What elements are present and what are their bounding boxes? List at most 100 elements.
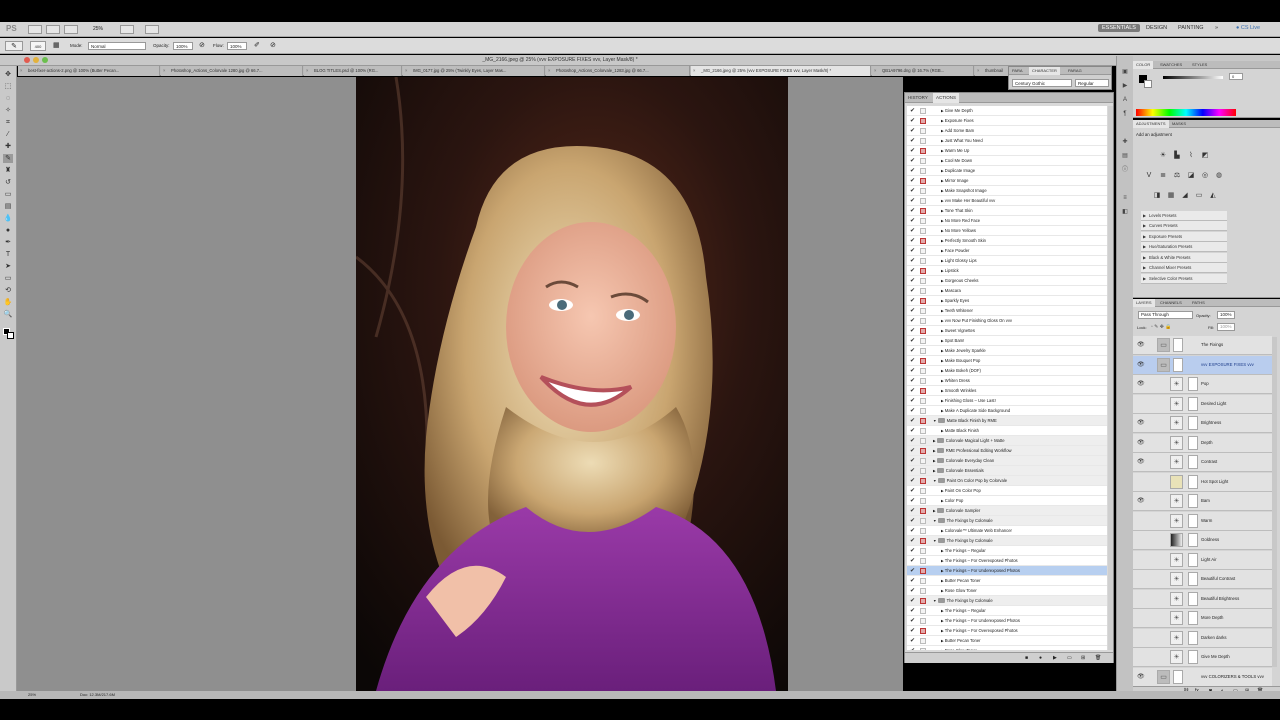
bg-color-chip[interactable]	[1144, 80, 1152, 88]
action-row[interactable]: ✔ ▶ Cool Me Down	[907, 156, 1107, 166]
layers-scrollbar[interactable]	[1272, 337, 1277, 667]
dialog-toggle-icon[interactable]	[920, 118, 926, 124]
toggle-check-icon[interactable]: ✔	[910, 168, 916, 174]
toggle-check-icon[interactable]: ✔	[910, 458, 916, 464]
dialog-toggle-icon[interactable]	[920, 228, 926, 234]
toggle-check-icon[interactable]: ✔	[910, 228, 916, 234]
toggle-check-icon[interactable]: ✔	[910, 648, 916, 650]
dialog-toggle-icon[interactable]	[920, 648, 926, 650]
layer-row[interactable]: ☀ Light Air	[1133, 550, 1272, 570]
toggle-check-icon[interactable]: ✔	[910, 378, 916, 384]
dialog-toggle-icon[interactable]	[920, 178, 926, 184]
toggle-check-icon[interactable]: ✔	[910, 558, 916, 564]
layer-mask-thumbnail[interactable]	[1188, 533, 1198, 547]
layer-row[interactable]: ☀ Beautiful Brightness	[1133, 589, 1272, 609]
action-row[interactable]: ✔ ▶ Give Me Depth	[907, 106, 1107, 116]
trash-icon[interactable]: 🗑	[1095, 655, 1101, 661]
curves-icon[interactable]: ⌇	[1187, 152, 1195, 160]
toggle-check-icon[interactable]: ✔	[910, 118, 916, 124]
bridge-button[interactable]	[28, 25, 42, 34]
layer-mask-thumbnail[interactable]	[1188, 396, 1198, 411]
toggle-check-icon[interactable]: ✔	[910, 468, 916, 474]
brightness-contrast-icon[interactable]: ☀	[1159, 152, 1167, 160]
dialog-toggle-icon[interactable]	[920, 358, 926, 364]
visibility-eye-icon[interactable]	[1137, 575, 1145, 583]
action-row[interactable]: ✔ ▶ The Fixings – For Overexposed Photos	[907, 556, 1107, 566]
dialog-toggle-icon[interactable]	[920, 268, 926, 274]
close-icon[interactable]: ×	[874, 66, 876, 76]
dialog-toggle-icon[interactable]	[920, 328, 926, 334]
action-set-row[interactable]: ✔ ▶ Colorvale Sampler	[907, 506, 1107, 516]
action-set-row[interactable]: ✔ ▼ Paint On Color Pop by Colorvale	[907, 476, 1107, 486]
toggle-check-icon[interactable]: ✔	[910, 518, 916, 524]
action-row[interactable]: ✔ ▶ Face Powder	[907, 246, 1107, 256]
selective-color-icon[interactable]: ◭	[1209, 192, 1217, 200]
toggle-check-icon[interactable]: ✔	[910, 508, 916, 514]
history-brush-tool-icon[interactable]: ↺	[3, 178, 13, 187]
visibility-eye-icon[interactable]	[1137, 634, 1145, 642]
layer-mask-thumbnail[interactable]	[1188, 494, 1198, 508]
color-value-input[interactable]: 0	[1229, 73, 1243, 80]
vibrance-icon[interactable]: V	[1145, 172, 1153, 180]
layer-mask-thumbnail[interactable]	[1188, 630, 1198, 645]
dialog-toggle-icon[interactable]	[920, 608, 926, 614]
dialog-toggle-icon[interactable]	[920, 598, 926, 604]
arrange-documents-button[interactable]	[145, 25, 159, 34]
brush-tool-icon[interactable]: ✎	[3, 154, 13, 163]
action-row[interactable]: ✔ ▶ vvv Now Put Finishing Gloss On vvv	[907, 316, 1107, 326]
toggle-check-icon[interactable]: ✔	[910, 428, 916, 434]
preset-curves[interactable]: Curves Presets	[1141, 221, 1227, 231]
toggle-check-icon[interactable]: ✔	[910, 418, 916, 424]
expand-down-icon[interactable]: ▼	[933, 539, 938, 543]
visibility-eye-icon[interactable]: 👁	[1137, 439, 1145, 447]
character-panel-icon[interactable]: A	[1120, 96, 1130, 105]
toggle-check-icon[interactable]: ✔	[910, 358, 916, 364]
dialog-toggle-icon[interactable]	[920, 298, 926, 304]
threshold-icon[interactable]: ◢	[1181, 192, 1189, 200]
dialog-toggle-icon[interactable]	[920, 308, 926, 314]
layer-row[interactable]: ☀ Give Me Depth	[1133, 648, 1272, 667]
dialog-toggle-icon[interactable]	[920, 288, 926, 294]
dialog-toggle-icon[interactable]	[920, 418, 926, 424]
action-row[interactable]: ✔ ▶ Make Jewelry Sparkle	[907, 346, 1107, 356]
pressure-opacity-icon[interactable]: ⊘	[199, 41, 205, 49]
layer-mask-thumbnail[interactable]	[1188, 455, 1198, 469]
dialog-toggle-icon[interactable]	[920, 478, 926, 484]
action-row[interactable]: ✔ ▶ The Fixings – For Underexposed Photos	[907, 616, 1107, 626]
brush-panel-icon[interactable]: ▦	[53, 41, 63, 51]
toggle-check-icon[interactable]: ✔	[910, 448, 916, 454]
dialog-toggle-icon[interactable]	[920, 168, 926, 174]
preset-black-white[interactable]: Black & White Presets	[1141, 253, 1227, 263]
dodge-tool-icon[interactable]: ●	[3, 226, 13, 235]
action-row[interactable]: ✔ ▶ The Fixings – Regular	[907, 546, 1107, 556]
tab-actions[interactable]: ACTIONS	[933, 93, 960, 103]
hand-tool-icon[interactable]: ✋	[3, 298, 13, 307]
workspace-painting[interactable]: PAINTING	[1178, 25, 1204, 31]
layer-mask-thumbnail[interactable]	[1173, 338, 1183, 352]
toggle-check-icon[interactable]: ✔	[910, 328, 916, 334]
hand-tool-button[interactable]	[120, 25, 134, 34]
workspace-essentials[interactable]: ESSENTIALS	[1098, 24, 1140, 32]
zoom-level-dropdown[interactable]: 25%	[93, 26, 103, 32]
action-row[interactable]: ✔ ▶ Perfectly Smooth Skin	[907, 236, 1107, 246]
airbrush-icon[interactable]: ✐	[254, 41, 260, 49]
dialog-toggle-icon[interactable]	[920, 408, 926, 414]
tab-channels[interactable]: CHANNELS	[1157, 299, 1185, 307]
portrait-photo[interactable]	[356, 77, 788, 691]
toggle-check-icon[interactable]: ✔	[910, 548, 916, 554]
status-zoom[interactable]: 25%	[28, 691, 36, 699]
3d-rotate-tool-icon[interactable]: ⟲	[3, 286, 13, 295]
action-row[interactable]: ✔ ▶ Make Bouquet Pop	[907, 356, 1107, 366]
action-row[interactable]: ✔ ▶ Spot Bam!	[907, 336, 1107, 346]
toggle-check-icon[interactable]: ✔	[910, 398, 916, 404]
action-set-row[interactable]: ✔ ▼ The Fixings by Colorvale	[907, 516, 1107, 526]
dialog-toggle-icon[interactable]	[920, 468, 926, 474]
dialog-toggle-icon[interactable]	[920, 518, 926, 524]
action-row[interactable]: ✔ ▶ The Fixings – Regular	[907, 606, 1107, 616]
action-row[interactable]: ✔ ▶ Smooth Wrinkles	[907, 386, 1107, 396]
layer-opacity-input[interactable]: 100%	[1217, 311, 1235, 319]
visibility-eye-icon[interactable]	[1137, 517, 1145, 525]
action-row[interactable]: ✔ ▶ Mascara	[907, 286, 1107, 296]
fill-input[interactable]: 100%	[1217, 323, 1235, 331]
toggle-check-icon[interactable]: ✔	[910, 278, 916, 284]
